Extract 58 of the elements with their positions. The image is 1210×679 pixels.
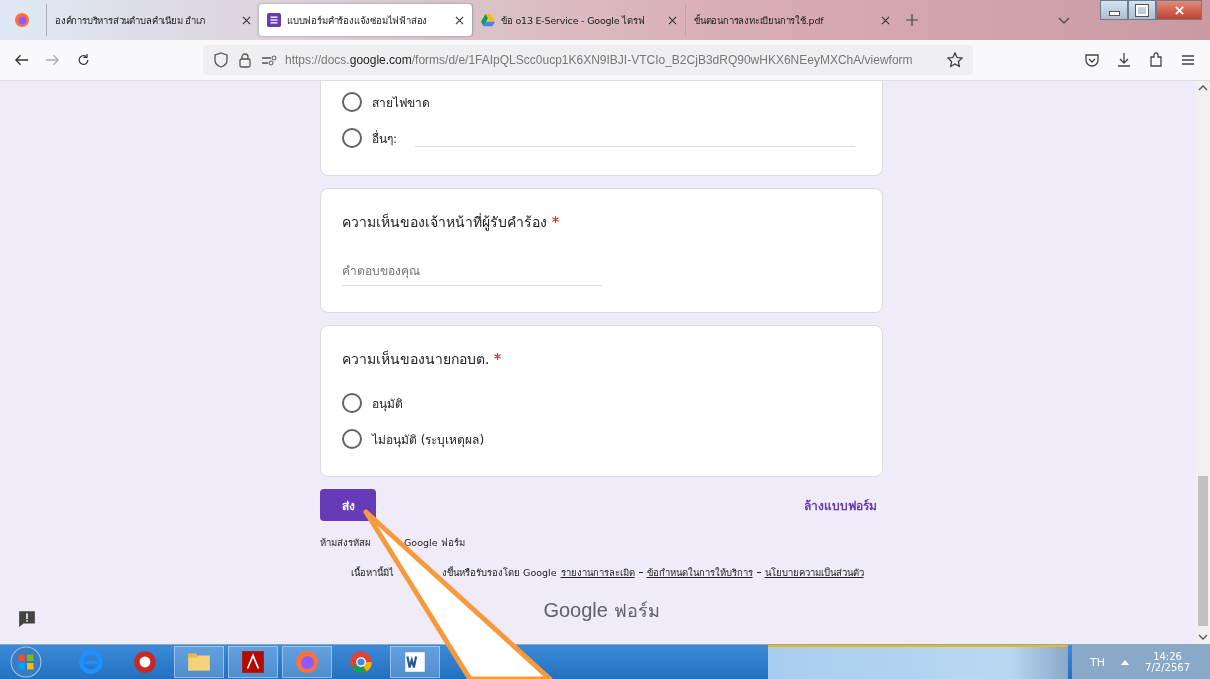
option-label: อนุมัติ — [372, 395, 403, 413]
option-label: ไม่อนุมัติ (ระบุเหตุผล) — [372, 431, 485, 449]
radio-button[interactable] — [342, 429, 362, 449]
scroll-up-icon[interactable] — [1197, 85, 1208, 91]
pocket-icon[interactable] — [1084, 52, 1100, 68]
restore-button[interactable] — [1128, 0, 1156, 20]
scroll-down-icon[interactable] — [1197, 634, 1208, 640]
warning-text: ห้ามส่งรหัสผ — [320, 537, 371, 548]
drive-icon — [481, 13, 495, 27]
lock-icon — [237, 52, 253, 68]
disclaimer-text: งขึ้นหรือรับรองโดย Google — [442, 565, 557, 580]
disclaimer-text: เนื้อหานี้มิไ — [351, 565, 394, 580]
permissions-icon — [261, 52, 277, 68]
scrollbar-thumb[interactable] — [1197, 476, 1208, 626]
browser-tab[interactable]: ขั้นตอนการลงทะเบียนการใช้.pdf — [685, 4, 898, 36]
bookmark-star-icon[interactable] — [947, 52, 963, 68]
separator-dash — [756, 572, 761, 573]
radio-button[interactable] — [342, 393, 362, 413]
start-button[interactable] — [10, 646, 42, 678]
option-label: อื่นๆ: — [372, 129, 398, 148]
answer-field[interactable]: คำตอบของคุณ — [342, 261, 602, 286]
footer-link[interactable]: รายงานการละเมิด — [560, 565, 635, 580]
close-icon[interactable] — [881, 15, 890, 25]
tab-list-icon[interactable] — [1058, 16, 1070, 24]
taskbar-pdf-icon[interactable] — [228, 646, 278, 678]
taskbar-word-icon[interactable] — [390, 646, 440, 678]
scrollbar[interactable] — [1195, 81, 1210, 644]
google-forms-logo[interactable]: Google ฟอร์ม — [543, 596, 660, 625]
question-title: ความเห็นของเจ้าหน้าที่ผู้รับคำร้อง — [342, 212, 547, 233]
shield-icon — [213, 52, 229, 68]
browser-tab[interactable]: แบบฟอร์มคำร้องแจ้งซ่อมไฟฟ้าส่อง — [259, 4, 472, 36]
feedback-icon[interactable] — [18, 610, 36, 628]
close-icon[interactable] — [455, 15, 464, 25]
extensions-icon[interactable] — [1148, 52, 1164, 68]
footer-link[interactable]: นโยบายความเป็นส่วนตัว — [764, 565, 864, 580]
menu-icon[interactable] — [1180, 52, 1196, 68]
close-button[interactable] — [1156, 0, 1202, 20]
back-icon[interactable] — [14, 53, 29, 67]
form-icon — [267, 13, 281, 27]
close-icon[interactable] — [242, 15, 251, 25]
radio-button[interactable] — [342, 92, 362, 112]
download-icon[interactable] — [1116, 52, 1132, 68]
new-tab-icon[interactable] — [906, 14, 918, 26]
radio-button[interactable] — [342, 128, 362, 148]
address-bar[interactable]: https://docs.google.com/forms/d/e/1FAIpQLScc0ucp1K6XN9IBJI-VTCIo_B2CjB3dRQ90wHKX6NEeyMXChA/viewform — [203, 45, 973, 75]
minimize-button[interactable] — [1100, 0, 1128, 20]
question-title: ความเห็นของนายกอบต. — [342, 349, 490, 369]
footer-link[interactable]: ข้อกำหนดในการให้บริการ — [646, 565, 753, 580]
option-label: สายไฟขาด — [372, 94, 430, 112]
separator-dash — [638, 572, 643, 573]
firefox-icon[interactable] — [14, 12, 30, 28]
reload-icon[interactable] — [76, 53, 91, 67]
warning-text: Google ฟอร์ม — [404, 536, 465, 550]
clear-form-link[interactable]: ล้างแบบฟอร์ม — [804, 495, 877, 515]
browser-tab[interactable]: ข้อ o13 E-Service - Google ไดรฟ — [472, 4, 685, 36]
submit-button[interactable]: ส่ง — [320, 489, 376, 521]
close-icon[interactable] — [668, 15, 677, 25]
url-text: https://docs.google.com/forms/d/e/1FAIpQLScc0ucp1K6XN9IBJI-VTCIo_B2CjB3dRQ90wHKX6NEeyMXChA/viewform — [285, 53, 914, 67]
